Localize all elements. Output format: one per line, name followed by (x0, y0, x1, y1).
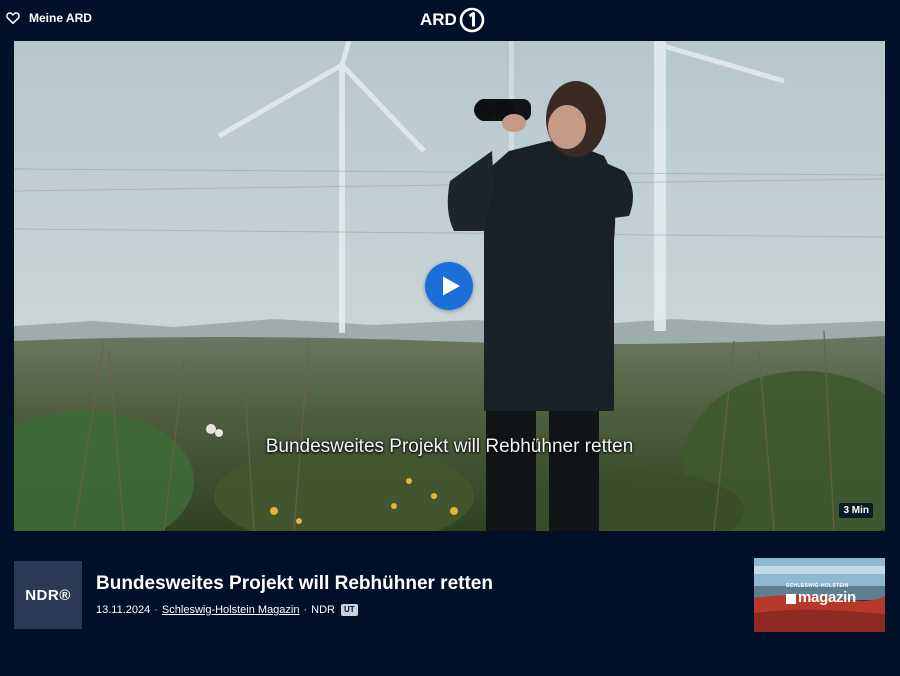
meine-ard-button[interactable]: Meine ARD (6, 11, 92, 25)
publish-date: 13.11.2024 (96, 604, 151, 616)
video-title: Bundesweites Projekt will Rebhühner rett… (96, 573, 493, 594)
ard-logo[interactable]: ARD (420, 7, 485, 33)
broadcaster-name: NDR (311, 604, 335, 616)
heart-icon (6, 11, 20, 25)
meta-separator: · (154, 604, 158, 616)
top-bar: Meine ARD ARD (0, 0, 900, 40)
subtitles-badge: UT (341, 604, 358, 616)
meta-separator: · (303, 604, 308, 616)
duration-badge: 3 Min (839, 503, 873, 518)
video-player[interactable]: Bundesweites Projekt will Rebhühner rett… (14, 41, 885, 531)
video-info: NDR® Bundesweites Projekt will Rebhühner… (14, 558, 885, 633)
play-button[interactable] (425, 262, 473, 310)
channel-logo[interactable]: NDR® (14, 561, 82, 629)
play-icon (436, 275, 462, 297)
meine-ard-label: Meine ARD (29, 11, 92, 25)
show-thumbnail-label: magazin (798, 589, 856, 606)
show-link[interactable]: Schleswig-Holstein Magazin (162, 604, 300, 616)
channel-logo-text: NDR® (25, 586, 71, 604)
show-thumbnail-mark (786, 594, 796, 604)
ard-one-logo-icon (459, 7, 485, 33)
video-subtitle-caption: Bundesweites Projekt will Rebhühner rett… (265, 436, 634, 457)
video-meta: 13.11.2024 · Schleswig-Holstein Magazin … (96, 604, 358, 616)
show-thumbnail[interactable]: SCHLESWIG-HOLSTEIN magazin (754, 558, 885, 632)
logo-text: ARD (420, 10, 457, 29)
